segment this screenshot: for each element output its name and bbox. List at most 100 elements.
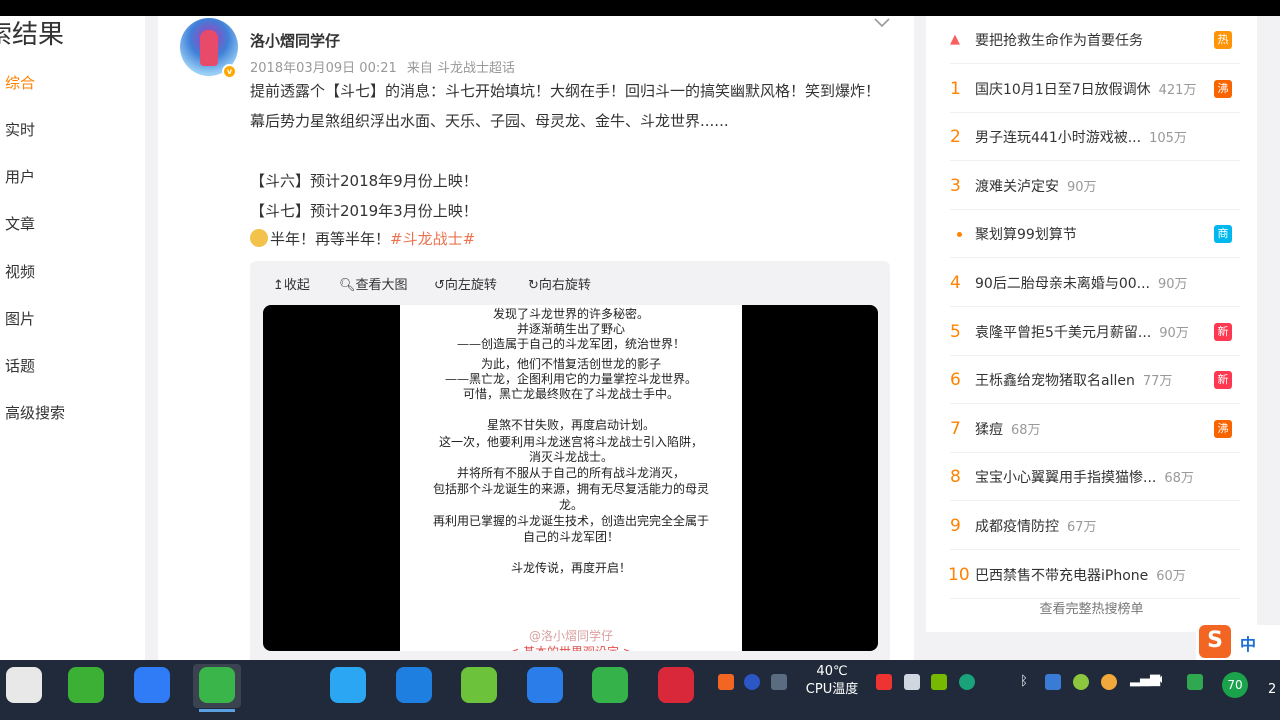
chevron-down-icon[interactable] <box>874 16 890 32</box>
nav-item-comprehensive[interactable]: 综合 <box>5 72 35 93</box>
hot-list-item[interactable]: 3 渡难关泸定安 90万 <box>926 162 1257 210</box>
hot-list-item[interactable]: ▲ 要把抢救生命作为首要任务 热 <box>926 16 1257 64</box>
image-footer-caption: < 基本的世界观设定 > <box>400 643 742 651</box>
image-text-line: 星煞不甘失败，再度启动计划。 <box>486 418 655 432</box>
post-source[interactable]: 来自 斗龙战士超话 <box>407 61 515 76</box>
sogou-logo-icon[interactable]: S <box>1199 625 1231 658</box>
nav-item-images[interactable]: 图片 <box>5 308 35 329</box>
cpu-usage-badge[interactable]: 70 <box>1222 672 1248 698</box>
hot-list-item[interactable]: 4 90后二胎母亲未离婚与00... 90万 <box>926 259 1257 307</box>
browser-360-app-taskbar-button[interactable] <box>193 664 241 712</box>
nvidia-icon[interactable] <box>931 674 947 690</box>
media-view-large-button[interactable]: 🔍︎查看大图 <box>339 274 408 293</box>
recorder-app-taskbar-button[interactable] <box>652 664 700 708</box>
volume-icon[interactable]: 🔈︎ <box>1158 672 1166 687</box>
hot-item-title: 渡难关泸定安 <box>975 178 1059 195</box>
video-editor-app-taskbar-button[interactable] <box>390 664 438 708</box>
window-top-bar <box>0 0 1280 16</box>
hot-list-item[interactable]: 6 王栎鑫给宠物猪取名allen 77万 新 <box>926 356 1257 405</box>
hot-rank-number: 1 <box>950 78 961 99</box>
nav-item-videos[interactable]: 视频 <box>5 261 35 282</box>
wechat-app-taskbar-button[interactable] <box>62 664 110 708</box>
ime-mode-toggle[interactable]: 中 <box>1240 631 1256 655</box>
shield-icon[interactable] <box>1187 674 1203 690</box>
image-text-line: 自己的斗龙军团！ <box>522 530 619 544</box>
hashtag-link[interactable]: #斗龙战士# <box>390 230 475 248</box>
hot-item-link[interactable]: 男子连玩441小时游戏被... 105万 <box>975 127 1187 147</box>
nav-item-realtime[interactable]: 实时 <box>5 119 35 140</box>
hot-item-link[interactable]: 成都疫情防控 67万 <box>975 516 1097 536</box>
youku-app-taskbar-button[interactable] <box>0 664 48 708</box>
hot-list-item[interactable]: 聚划算99划算节 商 <box>926 210 1257 259</box>
player-app-taskbar-button[interactable] <box>324 664 372 708</box>
hot-list-item[interactable]: 8 宝宝小心翼翼用手指摸猫惨... 68万 <box>926 453 1257 502</box>
camera-app-taskbar-button[interactable] <box>259 664 307 708</box>
bluetooth-icon[interactable]: ᛒ <box>1016 674 1032 690</box>
sogou-tray-icon[interactable] <box>718 674 734 690</box>
hot-list-item[interactable]: 1 国庆10月1日至7日放假调休 421万 沸 <box>926 65 1257 113</box>
verified-badge-icon: v <box>222 64 237 79</box>
media-rotate-right-button[interactable]: ↻向右旋转 <box>528 274 591 293</box>
view-full-hot-list-link[interactable]: 查看完整热搜榜单 <box>926 598 1257 617</box>
flash-app-icon <box>526 667 563 703</box>
tray-window-icon[interactable] <box>771 674 787 690</box>
media-collapse-button[interactable]: ↥收起 <box>273 274 310 293</box>
hot-rank-number: 5 <box>950 321 961 342</box>
wifi-app-taskbar-button[interactable] <box>586 664 634 708</box>
hot-item-title: 宝宝小心翼翼用手指摸猫惨... <box>975 470 1157 487</box>
pinned-top-icon: ▲ <box>950 32 960 47</box>
hot-item-link[interactable]: 渡难关泸定安 90万 <box>975 176 1097 196</box>
sogou-ime-bar[interactable]: S 中 <box>1196 625 1280 660</box>
feishu-app-taskbar-button[interactable] <box>128 664 176 708</box>
image-text-line: 并逐渐萌生出了野心 <box>516 322 625 336</box>
hot-item-link[interactable]: 猱痘 68万 <box>975 419 1041 439</box>
hot-item-heat: 68万 <box>1164 471 1194 487</box>
post-author[interactable]: 洛小熠同学仔 <box>250 30 340 51</box>
hot-item-link[interactable]: 国庆10月1日至7日放假调休 421万 <box>975 79 1196 99</box>
nav-item-users[interactable]: 用户 <box>5 166 35 187</box>
network-signal-icon[interactable]: ▂▄▆ <box>1130 672 1160 687</box>
hot-list-item[interactable]: 10 巴西禁售不带充电器iPhone 60万 <box>926 551 1257 599</box>
image-text-line: ——黑亡龙，企图利用它的力量掌控斗龙世界。 <box>444 372 697 386</box>
hot-item-link[interactable]: 聚划算99划算节 <box>975 224 1077 244</box>
nav-item-articles[interactable]: 文章 <box>5 213 35 234</box>
usb-icon[interactable] <box>904 674 920 690</box>
feishu-app-icon <box>133 667 170 703</box>
security-360-app-taskbar-button[interactable] <box>455 664 503 708</box>
security-tray-icon[interactable] <box>1073 674 1089 690</box>
hot-item-link[interactable]: 宝宝小心翼翼用手指摸猫惨... 68万 <box>975 467 1194 487</box>
hot-item-link[interactable]: 王栎鑫给宠物猪取名allen 77万 <box>975 370 1172 390</box>
image-text-line: 这一次，他要利用斗龙迷宫将斗龙战士引入陷阱， <box>438 435 703 449</box>
hot-item-link[interactable]: 90后二胎母亲未离婚与00... 90万 <box>975 273 1188 293</box>
media-rotate-left-button[interactable]: ↺向左旋转 <box>434 274 497 293</box>
hot-list-item[interactable]: 2 男子连玩441小时游戏被... 105万 <box>926 113 1257 162</box>
post-meta: 2018年03月09日 00:21 来自 斗龙战士超话 <box>250 57 521 76</box>
image-text-line: 斗龙传说，再度开启！ <box>510 561 631 575</box>
keyboard-tray-icon[interactable] <box>1045 674 1061 690</box>
nav-item-advanced-search[interactable]: 高级搜索 <box>5 402 65 423</box>
post-date[interactable]: 2018年03月09日 00:21 <box>250 61 397 76</box>
media-rotate-right-label: 向右旋转 <box>538 278 591 293</box>
flash-app-taskbar-button[interactable] <box>521 664 569 708</box>
hot-item-link[interactable]: 要把抢救生命作为首要任务 <box>975 30 1143 50</box>
hot-item-link[interactable]: 巴西禁售不带充电器iPhone 60万 <box>975 565 1186 585</box>
help-icon[interactable] <box>744 674 760 690</box>
nav-item-topics[interactable]: 话题 <box>5 355 35 376</box>
hot-item-title: 聚划算99划算节 <box>975 227 1077 244</box>
recorder-tray-icon[interactable] <box>876 674 892 690</box>
hot-list-item[interactable]: 7 猱痘 68万 沸 <box>926 405 1257 453</box>
app-tray-icon[interactable] <box>1101 674 1117 690</box>
hot-item-heat: 77万 <box>1142 374 1173 390</box>
hot-item-link[interactable]: 袁隆平曾拒5千美元月薪留... 90万 <box>975 322 1189 342</box>
hot-list-item[interactable]: 9 成都疫情防控 67万 <box>926 502 1257 550</box>
media-tray-icon[interactable] <box>959 674 975 690</box>
image-text-line: 发现了斗龙世界的许多秘密。 <box>492 307 649 321</box>
media-box: ↥收起 🔍︎查看大图 ↺向左旋转 ↻向右旋转 发现了斗龙世界的许多秘密。 并逐渐… <box>250 261 890 660</box>
hot-list-item[interactable]: 5 袁隆平曾拒5千美元月薪留... 90万 新 <box>926 308 1257 356</box>
image-text-line: 为此，他们不惜复活创世龙的影子 <box>480 357 661 371</box>
post-image[interactable]: 发现了斗龙世界的许多秘密。 并逐渐萌生出了野心 ——创造属于自己的斗龙军团，统治… <box>263 305 878 651</box>
image-text-page: 发现了斗龙世界的许多秘密。 并逐渐萌生出了野心 ——创造属于自己的斗龙军团，统治… <box>400 305 742 651</box>
hot-item-heat: 67万 <box>1067 520 1097 535</box>
clock[interactable]: 2 <box>1268 682 1276 697</box>
media-collapse-label: 收起 <box>283 278 310 293</box>
